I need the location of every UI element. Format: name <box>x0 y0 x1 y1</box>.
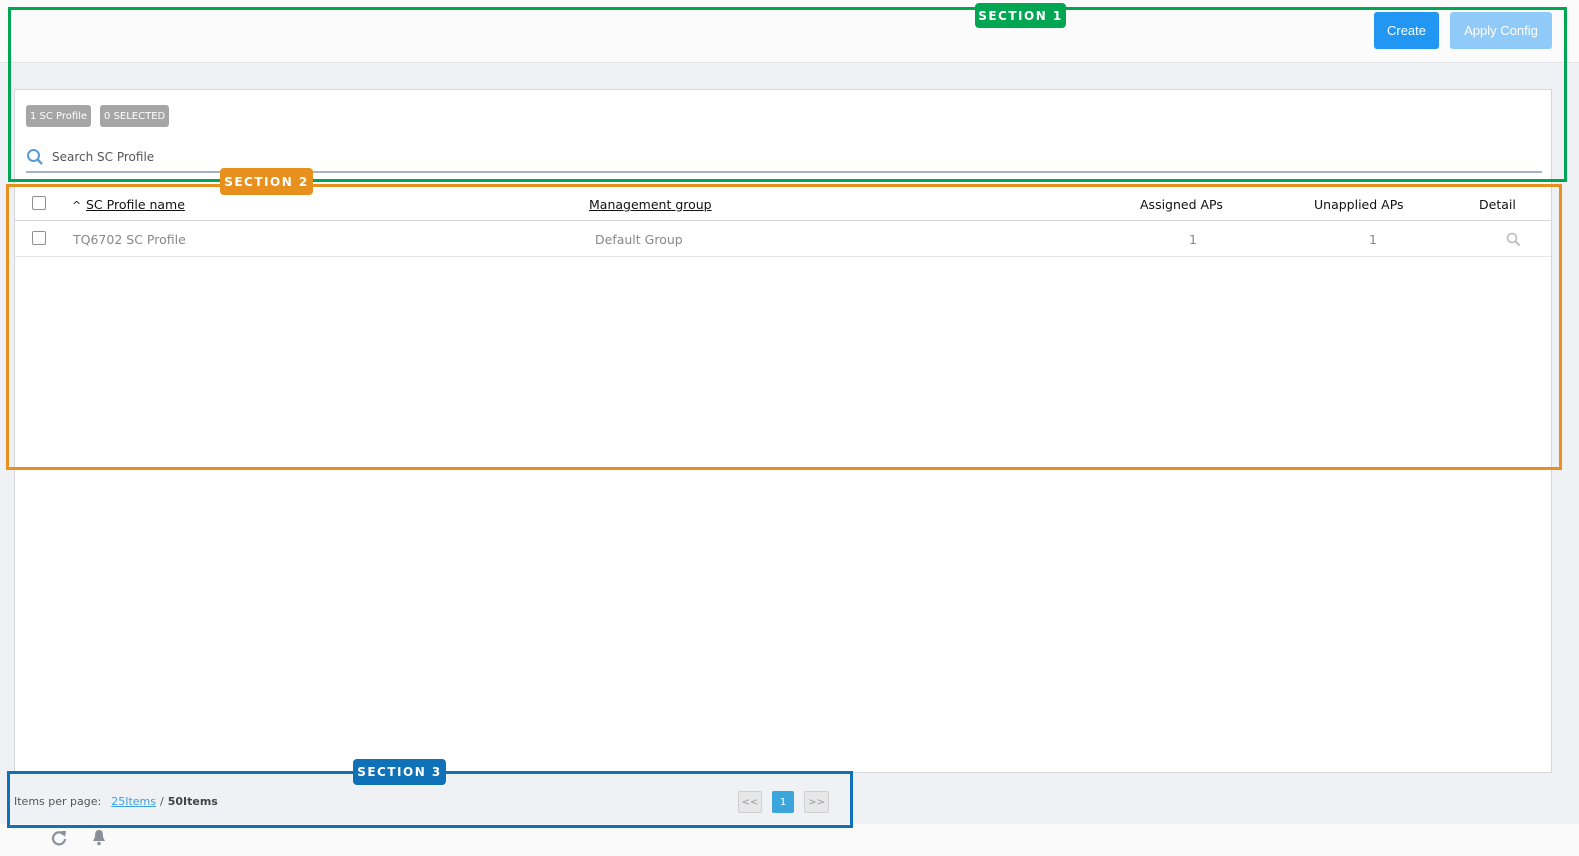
refresh-icon[interactable] <box>51 829 68 851</box>
bottom-bar <box>0 824 1579 856</box>
section-3-label: SECTION 3 <box>353 759 446 785</box>
bell-icon[interactable] <box>91 828 107 850</box>
section-1-label: SECTION 1 <box>975 3 1066 28</box>
section-2-label: SECTION 2 <box>220 168 313 195</box>
section-2-outline <box>6 184 1562 470</box>
section-1-outline <box>8 7 1567 182</box>
